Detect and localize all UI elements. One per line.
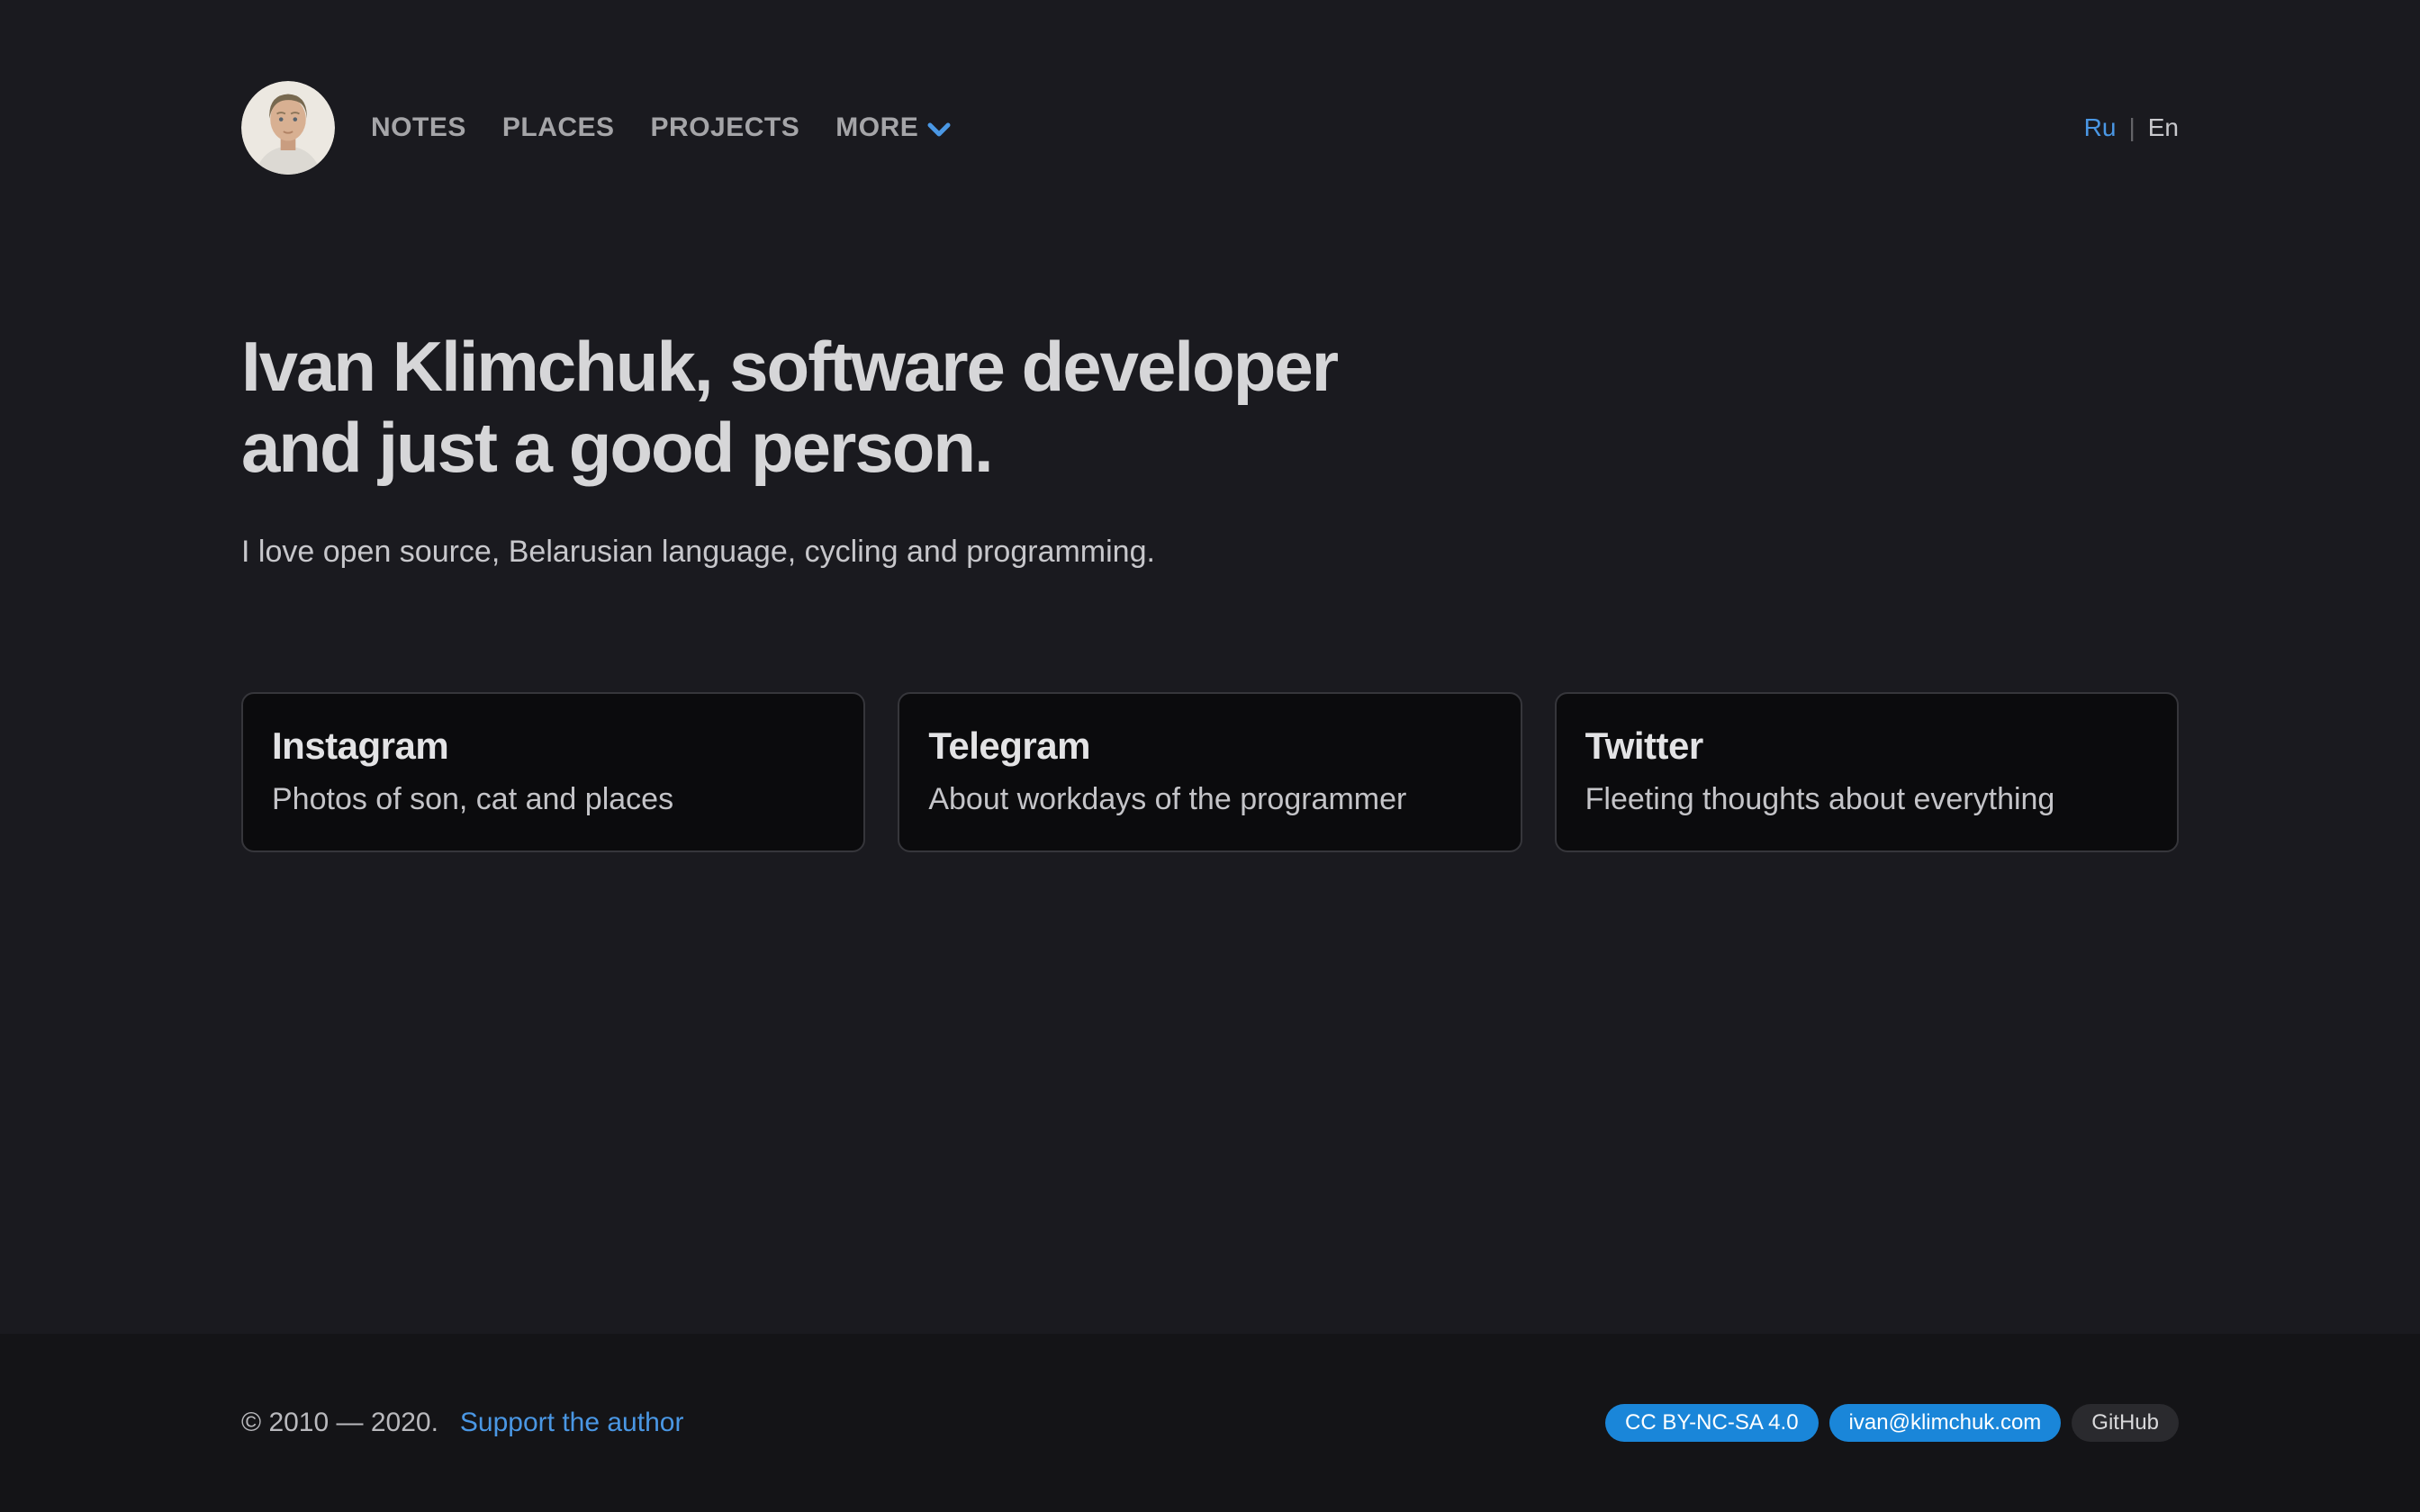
card-title: Instagram [272,724,835,768]
site-footer: © 2010 — 2020. Support the author CC BY-… [0,1334,2420,1512]
copyright: © 2010 — 2020. [241,1408,438,1438]
hero-subtitle: I love open source, Belarusian language,… [241,535,2179,570]
nav-item-notes[interactable]: NOTES [371,112,466,143]
support-author-link[interactable]: Support the author [460,1408,684,1438]
nav-item-projects[interactable]: PROJECTS [651,112,800,143]
card-instagram[interactable]: Instagram Photos of son, cat and places [241,692,865,852]
nav-item-more[interactable]: MORE [835,112,951,143]
card-description: About workdays of the programmer [928,782,1491,817]
card-description: Fleeting thoughts about everything [1585,782,2148,817]
main-nav: NOTES PLACES PROJECTS MORE [371,112,951,143]
avatar-portrait-image [241,81,335,175]
language-switcher: Ru | En [2084,113,2179,142]
lang-ru-link[interactable]: Ru [2084,113,2117,142]
nav-item-places[interactable]: PLACES [502,112,615,143]
social-cards: Instagram Photos of son, cat and places … [241,692,2179,852]
card-twitter[interactable]: Twitter Fleeting thoughts about everythi… [1555,692,2179,852]
github-badge[interactable]: GitHub [2072,1404,2179,1442]
lang-divider: | [2128,113,2135,142]
page-title-line-2: and just a good person. [241,407,2179,488]
avatar[interactable] [241,81,335,175]
lang-en-current: En [2148,113,2179,142]
card-telegram[interactable]: Telegram About workdays of the programme… [898,692,1522,852]
card-description: Photos of son, cat and places [272,782,835,817]
card-title: Twitter [1585,724,2148,768]
copyright-block: © 2010 — 2020. Support the author [241,1408,683,1438]
footer-badges: CC BY-NC-SA 4.0 ivan@klimchuk.com GitHub [1605,1404,2179,1442]
page-title-line-1: Ivan Klimchuk, software developer [241,326,2179,407]
page: NOTES PLACES PROJECTS MORE Ru | En Ivan … [0,0,2420,1512]
main-content: Ivan Klimchuk, software developer and ju… [241,175,2179,852]
license-badge[interactable]: CC BY-NC-SA 4.0 [1605,1404,1819,1442]
page-title: Ivan Klimchuk, software developer and ju… [241,326,2179,488]
card-title: Telegram [928,724,1491,768]
chevron-down-icon [927,122,951,138]
nav-item-more-label: MORE [835,112,918,143]
site-header: NOTES PLACES PROJECTS MORE Ru | En [241,0,2179,175]
email-badge[interactable]: ivan@klimchuk.com [1829,1404,2062,1442]
